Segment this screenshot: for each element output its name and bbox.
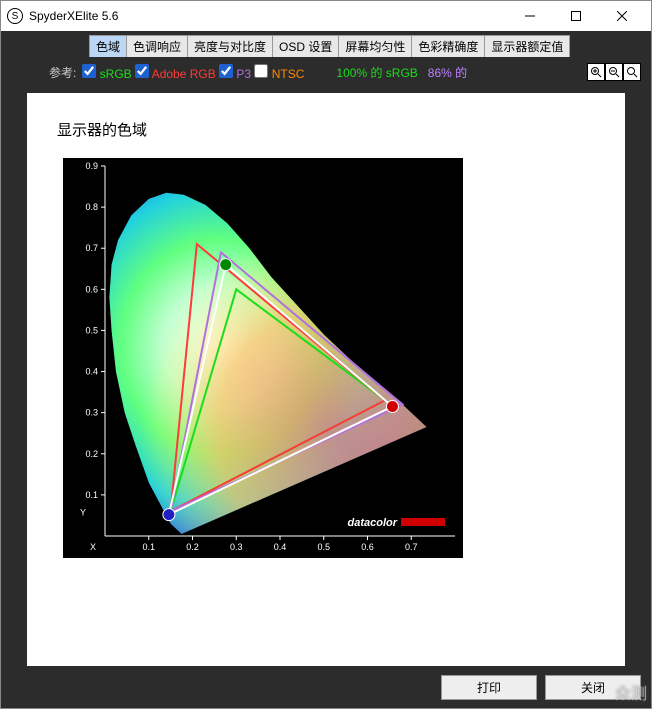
close-window-button[interactable]: 关闭 — [545, 675, 641, 700]
footer: 打印 关闭 — [1, 666, 651, 708]
svg-text:0.1: 0.1 — [85, 490, 98, 500]
page: 显示器的色域 0.1 0.2 0.3 0.4 0.5 0.6 0.7 0.1 0.2 0.3 0.4… — [27, 93, 625, 666]
tabbar: 色域色调响应亮度与对比度OSD 设置屏幕均匀性色彩精确度显示器额定值 — [1, 31, 651, 57]
svg-text:0.5: 0.5 — [85, 325, 98, 335]
svg-text:0.6: 0.6 — [85, 284, 98, 294]
coverage-stat: 100% 的 sRGB — [336, 66, 417, 80]
tab-0[interactable]: 色域 — [89, 35, 127, 57]
svg-text:0.7: 0.7 — [405, 542, 418, 552]
titlebar: S SpyderXElite 5.6 — [1, 1, 651, 31]
svg-text:0.7: 0.7 — [85, 243, 98, 253]
svg-text:0.4: 0.4 — [85, 367, 98, 377]
svg-text:0.1: 0.1 — [142, 542, 155, 552]
ref-label-sRGB: sRGB — [96, 67, 135, 81]
svg-text:X: X — [90, 542, 96, 552]
maximize-button[interactable] — [553, 1, 599, 31]
zoom-fit-icon[interactable] — [623, 63, 641, 81]
ref-label-P3: P3 — [233, 67, 254, 81]
close-button[interactable] — [599, 1, 645, 31]
ref-checkbox-NTSC[interactable] — [254, 64, 268, 78]
svg-text:0.3: 0.3 — [230, 542, 243, 552]
tab-2[interactable]: 亮度与对比度 — [187, 35, 273, 57]
tab-6[interactable]: 显示器额定值 — [484, 35, 570, 57]
window-title: SpyderXElite 5.6 — [29, 9, 507, 23]
options-label: 参考: — [49, 64, 76, 81]
svg-text:0.9: 0.9 — [85, 161, 98, 171]
svg-text:0.8: 0.8 — [85, 202, 98, 212]
svg-text:Y: Y — [80, 507, 86, 517]
svg-text:datacolor: datacolor — [347, 517, 397, 529]
app-icon: S — [7, 8, 23, 24]
svg-text:0.2: 0.2 — [85, 449, 98, 459]
zoom-out-icon[interactable] — [605, 63, 623, 81]
coverage-stat: 86% 的 — [428, 66, 467, 80]
tab-5[interactable]: 色彩精确度 — [411, 35, 485, 57]
ref-label-Adobe RGB: Adobe RGB — [149, 67, 219, 81]
minimize-button[interactable] — [507, 1, 553, 31]
svg-text:0.2: 0.2 — [186, 542, 199, 552]
options-bar: 参考: sRGB Adobe RGB P3 NTSC 100% 的 sRGB 86… — [1, 57, 651, 87]
tab-1[interactable]: 色调响应 — [126, 35, 188, 57]
ref-checkbox-Adobe RGB[interactable] — [135, 64, 149, 78]
ref-label-NTSC: NTSC — [268, 67, 304, 81]
ref-checkbox-P3[interactable] — [219, 64, 233, 78]
print-button[interactable]: 打印 — [441, 675, 537, 700]
ref-checkbox-sRGB[interactable] — [82, 64, 96, 78]
svg-text:0.3: 0.3 — [85, 408, 98, 418]
svg-text:0.6: 0.6 — [361, 542, 374, 552]
zoom-in-icon[interactable] — [587, 63, 605, 81]
svg-text:0.4: 0.4 — [274, 542, 287, 552]
gamut-chart: 0.1 0.2 0.3 0.4 0.5 0.6 0.7 0.1 0.2 0.3 0.4 0.5 0.6 0… — [63, 158, 463, 558]
page-title: 显示器的色域 — [57, 119, 595, 140]
svg-text:0.5: 0.5 — [317, 542, 330, 552]
tab-3[interactable]: OSD 设置 — [272, 35, 339, 57]
tab-4[interactable]: 屏幕均匀性 — [338, 35, 412, 57]
